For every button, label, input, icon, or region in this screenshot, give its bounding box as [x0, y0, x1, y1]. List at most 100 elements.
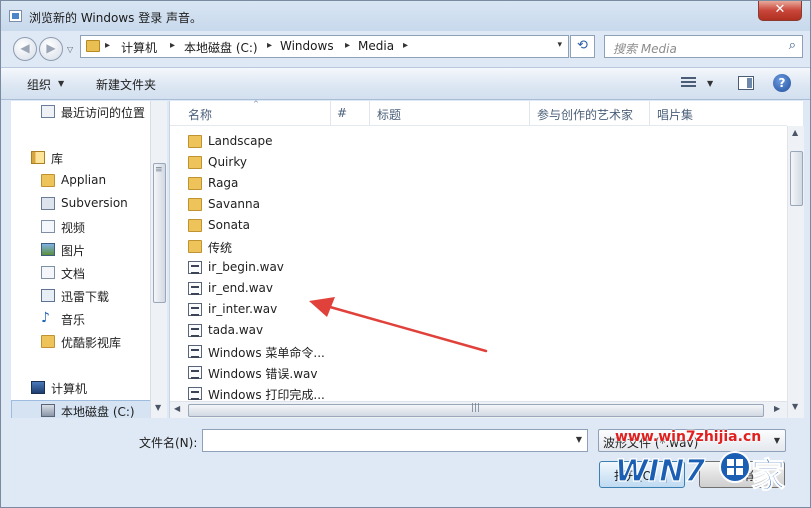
filename-field[interactable]: ▼	[202, 429, 588, 452]
sidebar-item-label: Applian	[61, 173, 107, 187]
scrollbar-thumb[interactable]	[153, 163, 166, 303]
folder-icon	[188, 156, 202, 169]
sidebar-item-label: 本地磁盘 (C:)	[61, 405, 135, 418]
breadcrumb-computer[interactable]: 计算机	[121, 39, 157, 56]
column-divider[interactable]	[369, 101, 370, 125]
breadcrumb-separator[interactable]: ▸	[105, 40, 110, 51]
chevron-down-icon[interactable]: ▾	[557, 40, 562, 50]
breadcrumb-separator[interactable]: ▸	[170, 40, 175, 51]
list-item[interactable]: Landscape	[188, 132, 488, 153]
chevron-down-icon[interactable]: ▼	[58, 79, 64, 88]
recent-locations-dropdown[interactable]: ▽	[67, 45, 73, 54]
file-name: 传统	[208, 241, 233, 255]
scroll-down-arrow-icon[interactable]: ▼	[792, 402, 798, 411]
watermark-logo: WIN7 家	[614, 451, 786, 497]
folder-icon	[41, 335, 55, 348]
column-artist[interactable]: 参与创作的艺术家	[537, 106, 633, 123]
list-item[interactable]: Raga	[188, 174, 488, 195]
audio-file-icon	[188, 282, 202, 295]
file-name: ir_inter.wav	[208, 302, 278, 316]
scroll-right-arrow-icon[interactable]: ▶	[774, 404, 780, 413]
column-name[interactable]: 名称	[188, 106, 212, 123]
list-item[interactable]: Savanna	[188, 195, 488, 216]
breadcrumb-media[interactable]: Media	[358, 39, 394, 53]
search-icon[interactable]: ⌕	[789, 38, 796, 53]
folder-icon	[188, 219, 202, 232]
navigation-bar: ◀ ▶ ▽ ▸ 计算机 ▸ 本地磁盘 (C:) ▸ Windows ▸ Medi…	[1, 31, 810, 65]
breadcrumb-separator[interactable]: ▸	[267, 40, 272, 51]
windows-flag-icon	[719, 451, 751, 483]
organize-button[interactable]: 组织	[27, 76, 51, 93]
video-icon	[41, 220, 55, 233]
list-item[interactable]: 传统	[188, 237, 488, 258]
file-name: tada.wav	[208, 323, 264, 337]
navigation-pane: 最近访问的位置 库 Applian Subversion 视频 图片 文档 迅雷…	[11, 101, 166, 418]
column-number[interactable]: #	[337, 106, 347, 120]
sidebar-item-label: 最近访问的位置	[61, 106, 146, 120]
folder-icon	[188, 177, 202, 190]
breadcrumb-separator[interactable]: ▸	[403, 40, 408, 51]
audio-file-icon	[188, 345, 202, 358]
folder-icon	[41, 174, 55, 187]
list-item[interactable]: Windows 错误.wav	[188, 363, 488, 384]
sidebar-item-label: 迅雷下载	[61, 290, 110, 304]
scroll-left-arrow-icon[interactable]: ◀	[174, 404, 180, 413]
preview-pane-icon[interactable]	[738, 76, 754, 90]
file-list-vertical-scrollbar[interactable]: ▲ ▼	[787, 126, 804, 418]
chevron-down-icon[interactable]: ▼	[707, 79, 713, 88]
search-input[interactable]: 搜索 Media ⌕	[604, 35, 803, 58]
file-name: Quirky	[208, 155, 247, 169]
file-name: Sonata	[208, 218, 250, 232]
scroll-up-arrow-icon[interactable]: ▲	[792, 128, 798, 137]
back-arrow-icon: ◀	[20, 41, 30, 55]
title-bar: 浏览新的 Windows 登录 声音。 ✕	[1, 1, 810, 31]
sidebar-item-label: 优酷影视库	[61, 336, 122, 350]
list-item[interactable]: ir_begin.wav	[188, 258, 488, 279]
watermark-logo-suffix: 家	[751, 456, 785, 496]
navigation-pane-scrollbar[interactable]: ≡ ▼	[150, 101, 167, 418]
chevron-down-icon[interactable]: ▼	[576, 435, 582, 444]
subversion-icon	[41, 197, 55, 210]
recent-places-icon	[41, 105, 55, 118]
sidebar-item-label: 图片	[61, 244, 86, 258]
watermark-logo-text: WIN7	[615, 454, 705, 489]
back-button[interactable]: ◀	[13, 37, 37, 61]
breadcrumb-windows[interactable]: Windows	[280, 39, 334, 53]
address-bar[interactable]: ▸ 计算机 ▸ 本地磁盘 (C:) ▸ Windows ▸ Media ▸ ▾	[80, 35, 569, 58]
list-item[interactable]: Quirky	[188, 153, 488, 174]
annotation-arrow-icon	[309, 297, 488, 353]
forward-arrow-icon: ▶	[46, 41, 56, 55]
scroll-down-arrow-icon[interactable]: ▼	[155, 403, 161, 412]
column-title[interactable]: 标题	[377, 106, 401, 123]
window-title: 浏览新的 Windows 登录 声音。	[29, 11, 203, 25]
file-name: Landscape	[208, 134, 273, 148]
file-open-dialog: 浏览新的 Windows 登录 声音。 ✕ ◀ ▶ ▽ ▸ 计算机 ▸ 本地磁盘…	[0, 0, 811, 508]
column-divider[interactable]	[330, 101, 331, 125]
audio-file-icon	[188, 366, 202, 379]
music-icon: ♪	[41, 310, 50, 326]
column-album[interactable]: 唱片集	[657, 106, 693, 123]
refresh-button[interactable]: ⟲	[570, 35, 595, 58]
list-item[interactable]: Sonata	[188, 216, 488, 237]
change-view-icon[interactable]	[681, 76, 696, 89]
close-button[interactable]: ✕	[758, 1, 802, 21]
refresh-icon: ⟲	[577, 38, 588, 53]
column-divider[interactable]	[649, 101, 650, 125]
scrollbar-grip: |||	[471, 403, 481, 413]
folder-icon	[86, 40, 100, 52]
file-list-horizontal-scrollbar[interactable]: ◀ ||| ▶	[170, 401, 787, 418]
library-icon	[31, 151, 45, 164]
new-folder-button[interactable]: 新建文件夹	[96, 76, 156, 93]
forward-button[interactable]: ▶	[39, 37, 63, 61]
breadcrumb-local-disk[interactable]: 本地磁盘 (C:)	[184, 39, 258, 56]
download-icon	[41, 289, 55, 302]
search-placeholder: 搜索 Media	[613, 42, 677, 56]
disk-icon	[41, 404, 55, 417]
breadcrumb-separator[interactable]: ▸	[345, 40, 350, 51]
folder-icon	[188, 198, 202, 211]
sidebar-item-label: 计算机	[51, 382, 88, 396]
scrollbar-thumb[interactable]	[790, 151, 803, 206]
scrollbar-grip: ≡	[155, 165, 163, 175]
column-divider[interactable]	[529, 101, 530, 125]
help-icon[interactable]: ?	[773, 74, 791, 92]
